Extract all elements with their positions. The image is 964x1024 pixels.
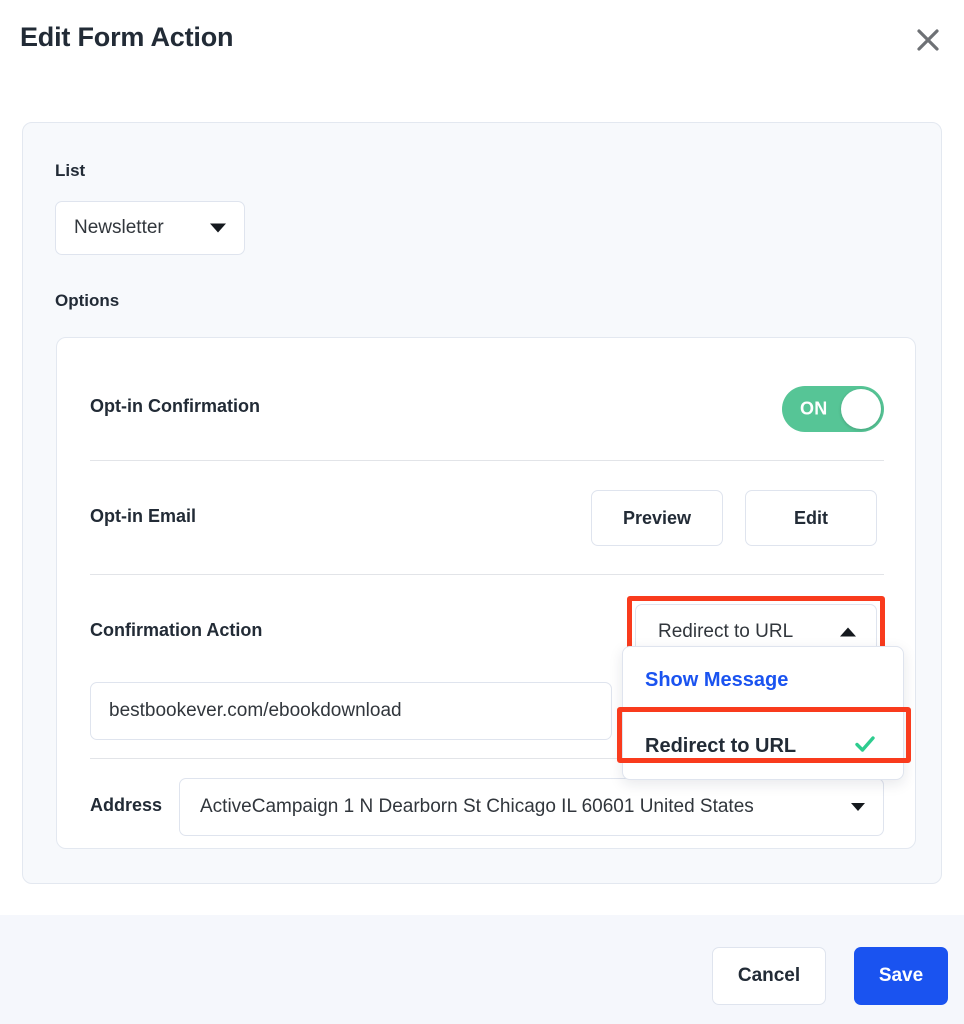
toggle-knob bbox=[841, 389, 881, 429]
modal-header: Edit Form Action bbox=[0, 0, 964, 88]
close-button[interactable] bbox=[906, 18, 950, 62]
chevron-down-icon bbox=[851, 803, 865, 811]
page-title: Edit Form Action bbox=[20, 22, 234, 52]
menu-item-label: Redirect to URL bbox=[645, 734, 797, 757]
divider bbox=[90, 460, 884, 461]
preview-button[interactable]: Preview bbox=[591, 490, 723, 546]
confirmation-action-label: Confirmation Action bbox=[90, 620, 263, 640]
close-icon bbox=[914, 26, 942, 54]
check-icon bbox=[853, 732, 877, 760]
optin-confirmation-label: Opt-in Confirmation bbox=[90, 396, 260, 416]
address-select[interactable]: ActiveCampaign 1 N Dearborn St Chicago I… bbox=[179, 778, 884, 836]
menu-item-show-message[interactable]: Show Message bbox=[623, 647, 903, 713]
list-label: List bbox=[55, 161, 86, 180]
options-card: Opt-in Confirmation ON Opt-in Email Prev… bbox=[56, 337, 916, 849]
edit-form-action-modal: Edit Form Action List Newsletter Options… bbox=[0, 0, 964, 1024]
row-optin-confirmation: Opt-in Confirmation ON bbox=[57, 386, 917, 432]
modal-footer: Cancel Save bbox=[0, 915, 964, 1024]
address-select-value: ActiveCampaign 1 N Dearborn St Chicago I… bbox=[200, 796, 754, 817]
options-label: Options bbox=[55, 291, 120, 310]
list-select-value: Newsletter bbox=[74, 217, 164, 238]
row-optin-email: Opt-in Email Preview Edit bbox=[57, 490, 917, 546]
row-address: Address ActiveCampaign 1 N Dearborn St C… bbox=[57, 778, 917, 836]
chevron-up-icon bbox=[840, 627, 856, 637]
optin-email-label: Opt-in Email bbox=[90, 506, 197, 526]
list-select[interactable]: Newsletter bbox=[55, 201, 245, 255]
menu-item-redirect-to-url[interactable]: Redirect to URL bbox=[623, 713, 903, 779]
confirmation-action-value: Redirect to URL bbox=[658, 621, 794, 642]
address-label: Address bbox=[90, 795, 163, 815]
toggle-state-label: ON bbox=[800, 398, 828, 419]
divider bbox=[90, 574, 884, 575]
menu-item-label: Show Message bbox=[645, 668, 789, 691]
optin-confirmation-toggle[interactable]: ON bbox=[782, 386, 884, 432]
save-button[interactable]: Save bbox=[854, 947, 948, 1005]
chevron-down-icon bbox=[210, 223, 226, 233]
redirect-url-input[interactable] bbox=[90, 682, 612, 740]
edit-button[interactable]: Edit bbox=[745, 490, 877, 546]
cancel-button[interactable]: Cancel bbox=[712, 947, 826, 1005]
confirmation-action-dropdown-menu: Show Message Redirect to URL bbox=[617, 646, 911, 780]
form-settings-panel: List Newsletter Options Opt-in Confirmat… bbox=[22, 122, 942, 884]
